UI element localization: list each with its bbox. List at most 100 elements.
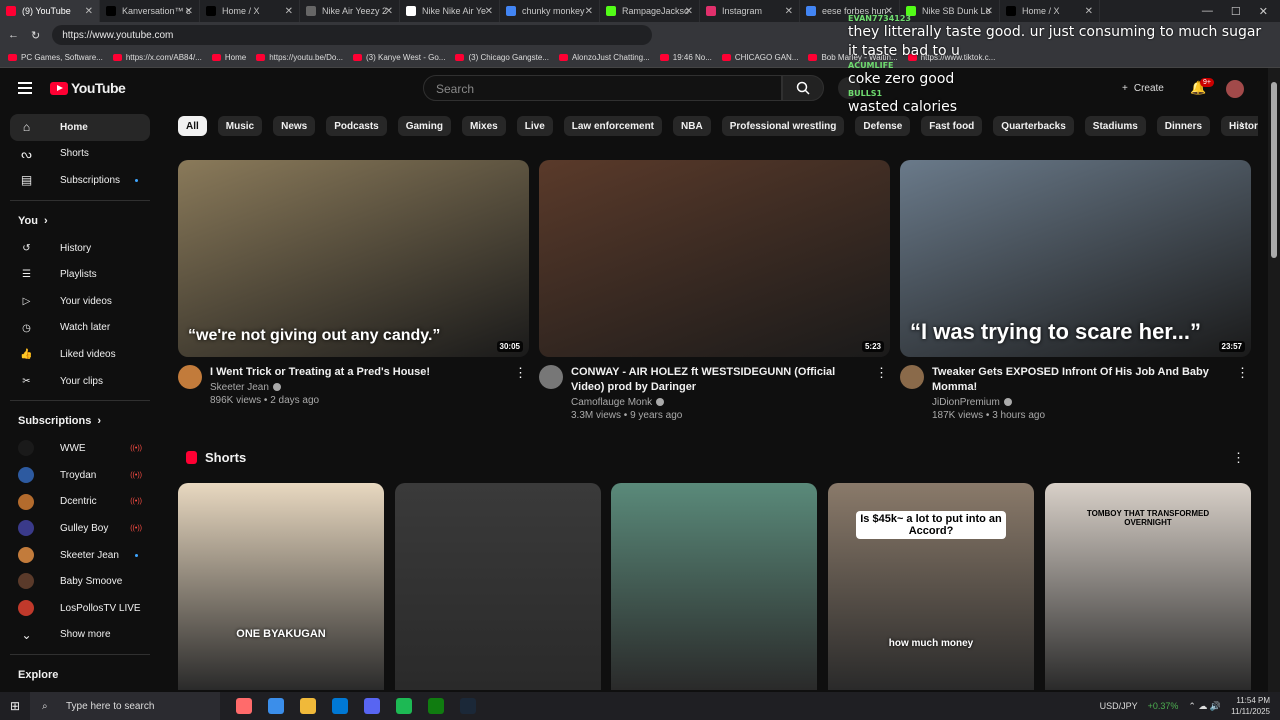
sidebar-channel[interactable]: LosPollosTV LIVE bbox=[10, 595, 150, 622]
bookmark-item[interactable]: (3) Chicago Gangste... bbox=[455, 53, 549, 62]
sidebar-item-subscriptions[interactable]: ▤ Subscriptions bbox=[10, 167, 150, 194]
chip-mixes[interactable]: Mixes bbox=[461, 116, 506, 136]
search-input[interactable]: Search bbox=[423, 75, 782, 101]
chip-all[interactable]: All bbox=[178, 116, 207, 136]
chip-music[interactable]: Music bbox=[217, 116, 263, 136]
browser-tab[interactable]: chunky monkey ✕ bbox=[500, 0, 600, 22]
tab-close-icon[interactable]: ✕ bbox=[185, 6, 193, 17]
video-thumbnail[interactable]: 5:23 bbox=[539, 160, 890, 357]
video-thumbnail[interactable]: “we're not giving out any candy.” 30:05 bbox=[178, 160, 529, 357]
back-icon[interactable]: ← bbox=[8, 29, 19, 41]
chip-fast-food[interactable]: Fast food bbox=[921, 116, 983, 136]
video-card[interactable]: “we're not giving out any candy.” 30:05 I … bbox=[178, 160, 529, 406]
bookmark-item[interactable]: PC Games, Software... bbox=[8, 53, 103, 62]
video-more-icon[interactable]: ⋮ bbox=[1236, 365, 1249, 381]
video-more-icon[interactable]: ⋮ bbox=[875, 365, 888, 381]
browser-tab[interactable]: Nike Nike Air Ye ✕ bbox=[400, 0, 500, 22]
video-title[interactable]: Tweaker Gets EXPOSED Infront Of His Job … bbox=[932, 365, 1232, 395]
chip-quarterbacks[interactable]: Quarterbacks bbox=[993, 116, 1074, 136]
chip-dinners[interactable]: Dinners bbox=[1156, 116, 1211, 136]
edge-icon[interactable] bbox=[268, 698, 284, 714]
sidebar-item-history[interactable]: ↺ History bbox=[10, 235, 150, 262]
browser-tab[interactable]: Home / X ✕ bbox=[200, 0, 300, 22]
sidebar-item-watch-later[interactable]: ◷ Watch later bbox=[10, 315, 150, 342]
sidebar-item-liked-videos[interactable]: 👍 Liked videos bbox=[10, 341, 150, 368]
browser-tab[interactable]: Kanversation™ c ✕ bbox=[100, 0, 200, 22]
tab-close-icon[interactable]: ✕ bbox=[685, 6, 693, 17]
video-channel[interactable]: Skeeter Jean bbox=[210, 382, 529, 393]
short-card[interactable] bbox=[395, 483, 601, 690]
chip-podcasts[interactable]: Podcasts bbox=[326, 116, 387, 136]
taskview-icon[interactable] bbox=[236, 698, 252, 714]
file-explorer-icon[interactable] bbox=[300, 698, 316, 714]
sidebar-item-home[interactable]: ⌂ Home bbox=[10, 114, 150, 141]
sidebar-item-your-clips[interactable]: ✂ Your clips bbox=[10, 368, 150, 395]
menu-icon[interactable] bbox=[18, 82, 32, 97]
short-card[interactable]: ONE BYAKUGAN bbox=[178, 483, 384, 690]
video-card[interactable]: 5:23 CONWAY - AIR HOLEZ ft WESTSIDEGUNN (… bbox=[539, 160, 890, 421]
sidebar-item-your-videos[interactable]: ▷ Your videos bbox=[10, 288, 150, 315]
chip-law-enforcement[interactable]: Law enforcement bbox=[563, 116, 663, 136]
video-more-icon[interactable]: ⋮ bbox=[514, 365, 527, 381]
url-field[interactable]: https://www.youtube.com bbox=[52, 25, 653, 45]
video-channel[interactable]: JiDionPremium bbox=[932, 397, 1251, 408]
browser-tab[interactable]: RampageJackso ✕ bbox=[600, 0, 700, 22]
sidebar-channel[interactable]: Gulley Boy ((•)) bbox=[10, 515, 150, 542]
video-title[interactable]: I Went Trick or Treating at a Pred's Hou… bbox=[210, 365, 510, 380]
short-card[interactable] bbox=[611, 483, 817, 690]
sidebar-channel[interactable]: Dcentric ((•)) bbox=[10, 489, 150, 516]
channel-avatar[interactable] bbox=[178, 365, 202, 389]
outlook-icon[interactable] bbox=[332, 698, 348, 714]
short-card[interactable]: Is $45k~ a lot to put into an Accord? how… bbox=[828, 483, 1034, 690]
search-button[interactable] bbox=[782, 75, 824, 101]
sidebar-item-playlists[interactable]: ☰ Playlists bbox=[10, 261, 150, 288]
windows-start-icon[interactable]: ⊞ bbox=[10, 699, 20, 713]
video-thumbnail[interactable]: “I was trying to scare her...” 23:57 bbox=[900, 160, 1251, 357]
short-card[interactable]: TOMBOY THAT TRANSFORMED OVERNIGHT bbox=[1045, 483, 1251, 690]
chip-professional-wrestling[interactable]: Professional wrestling bbox=[721, 116, 845, 136]
channel-avatar[interactable] bbox=[539, 365, 563, 389]
bookmark-item[interactable]: CHICAGO GAN... bbox=[721, 53, 798, 62]
tab-close-icon[interactable]: ✕ bbox=[85, 6, 93, 17]
bookmark-item[interactable]: https://x.com/AB84/... bbox=[112, 53, 202, 62]
taskbar-search[interactable]: ⌕ Type here to search bbox=[30, 692, 220, 720]
reload-icon[interactable]: ↻ bbox=[31, 29, 40, 42]
sidebar-channel[interactable]: Troydan ((•)) bbox=[10, 462, 150, 489]
browser-tab[interactable]: (9) YouTube ✕ bbox=[0, 0, 100, 22]
tab-close-icon[interactable]: ✕ bbox=[785, 6, 793, 17]
video-card[interactable]: “I was trying to scare her...” 23:57 Tweak… bbox=[900, 160, 1251, 421]
chip-scroll-right-icon[interactable]: › bbox=[1240, 117, 1244, 131]
scrollbar-thumb[interactable] bbox=[1271, 82, 1277, 258]
video-title[interactable]: CONWAY - AIR HOLEZ ft WESTSIDEGUNN (Offi… bbox=[571, 365, 871, 395]
bookmark-item[interactable]: https://youtu.be/Do... bbox=[256, 53, 343, 62]
sidebar-channel[interactable]: Baby Smoove bbox=[10, 568, 150, 595]
show-more-button[interactable]: ⌄ Show more bbox=[10, 622, 150, 649]
youtube-logo[interactable]: YouTube bbox=[50, 80, 126, 96]
channel-avatar[interactable] bbox=[900, 365, 924, 389]
steam-icon[interactable] bbox=[460, 698, 476, 714]
discord-icon[interactable] bbox=[364, 698, 380, 714]
chip-nba[interactable]: NBA bbox=[673, 116, 711, 136]
xbox-icon[interactable] bbox=[428, 698, 444, 714]
sidebar-you-header[interactable]: You › bbox=[0, 207, 160, 235]
chip-gaming[interactable]: Gaming bbox=[397, 116, 451, 136]
clock[interactable]: 11:54 PM 11/11/2025 bbox=[1231, 695, 1270, 717]
browser-tab[interactable]: Nike Air Yeezy 2 ✕ bbox=[300, 0, 400, 22]
chip-stadiums[interactable]: Stadiums bbox=[1084, 116, 1146, 136]
bookmark-item[interactable]: 19:46 No... bbox=[659, 53, 712, 62]
tab-close-icon[interactable]: ✕ bbox=[285, 6, 293, 17]
chip-live[interactable]: Live bbox=[516, 116, 553, 136]
sidebar-channel[interactable]: Skeeter Jean bbox=[10, 542, 150, 569]
page-scrollbar[interactable] bbox=[1268, 68, 1280, 692]
tab-close-icon[interactable]: ✕ bbox=[385, 6, 393, 17]
sidebar-subscriptions-header[interactable]: Subscriptions › bbox=[0, 407, 160, 435]
browser-tab[interactable]: Instagram ✕ bbox=[700, 0, 800, 22]
bookmark-item[interactable]: (3) Kanye West - Go... bbox=[353, 53, 445, 62]
tab-close-icon[interactable]: ✕ bbox=[485, 6, 493, 17]
video-channel[interactable]: Camoflauge Monk bbox=[571, 397, 890, 408]
sidebar-item-shorts[interactable]: ᔓ Shorts bbox=[10, 141, 150, 168]
chip-news[interactable]: News bbox=[273, 116, 316, 136]
sidebar-channel[interactable]: WWE ((•)) bbox=[10, 435, 150, 462]
tab-close-icon[interactable]: ✕ bbox=[585, 6, 593, 17]
system-tray-icon[interactable]: ⌃ ☁ 🔊 bbox=[1188, 701, 1221, 712]
